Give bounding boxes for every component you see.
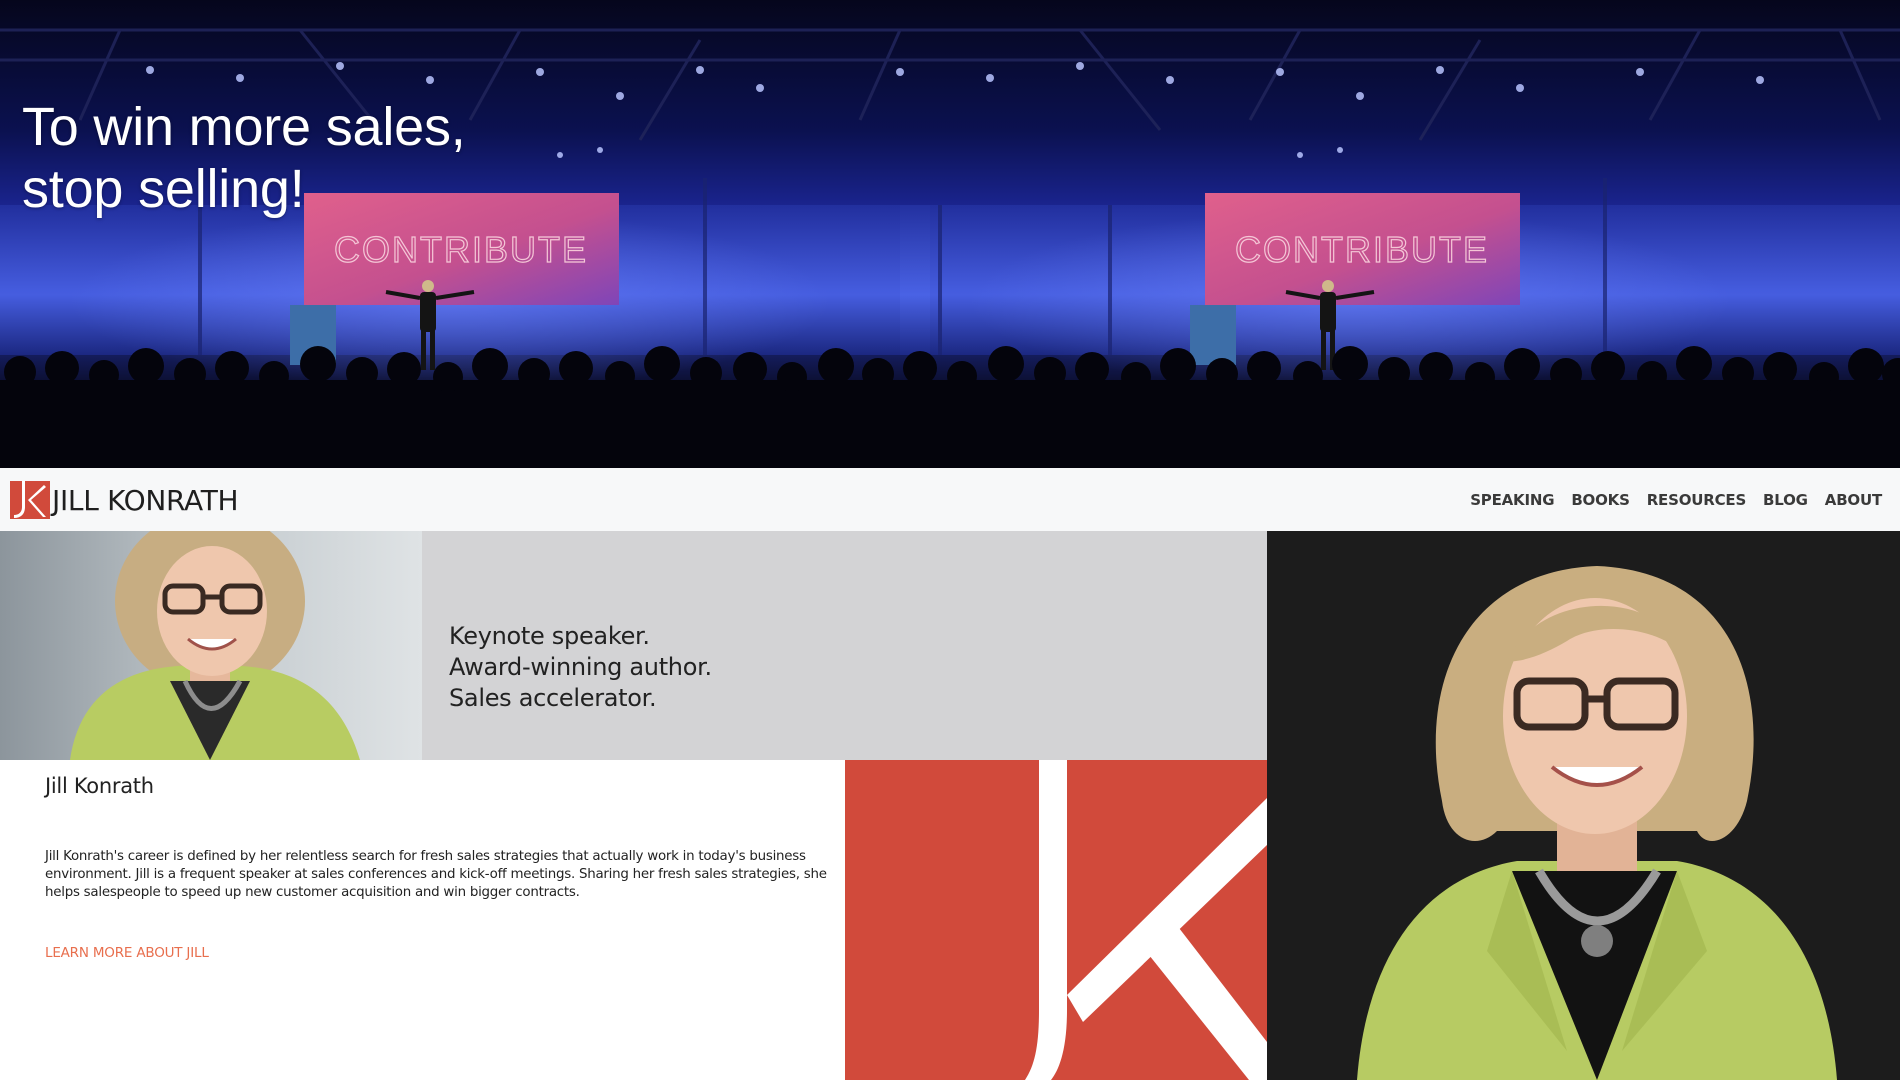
nav-link-books[interactable]: BOOKS (1571, 491, 1630, 509)
portrait-photo-large (1267, 531, 1900, 1080)
portrait-photo-small (0, 531, 422, 760)
tagline: Keynote speaker. Award-winning author. S… (449, 621, 712, 714)
hero-headline: To win more sales, stop selling! (22, 96, 466, 220)
nav-link-resources[interactable]: RESOURCES (1647, 491, 1747, 509)
hero-banner: CONTRIBUTE CONTRIBUTE To win more sales,… (0, 0, 1900, 468)
portrait-small-illustration (0, 531, 422, 760)
hero-stage-photo: CONTRIBUTE CONTRIBUTE (0, 0, 1900, 468)
nav-links: SPEAKING BOOKS RESOURCES BLOG ABOUT (1470, 468, 1882, 531)
page: CONTRIBUTE CONTRIBUTE To win more sales,… (0, 0, 1900, 1080)
hero-screen-text-left: CONTRIBUTE (334, 229, 588, 270)
tagline-line3: Sales accelerator. (449, 684, 657, 712)
brand-name: JILL KONRATH (52, 483, 239, 517)
bio-name: Jill Konrath (45, 774, 154, 798)
k-brand-graphic (845, 760, 1267, 1080)
bio-text: Jill Konrath's career is defined by her … (45, 849, 827, 900)
nav-link-about[interactable]: ABOUT (1825, 491, 1882, 509)
hero-headline-line1: To win more sales, (22, 97, 466, 157)
hero-headline-line2: stop selling! (22, 159, 305, 219)
tagline-line1: Keynote speaker. (449, 622, 650, 650)
learn-more-link[interactable]: LEARN MORE ABOUT JILL (45, 945, 209, 961)
hero-screen-text-right: CONTRIBUTE (1235, 229, 1489, 270)
portrait-large-illustration (1267, 531, 1900, 1080)
nav-link-blog[interactable]: BLOG (1763, 491, 1808, 509)
jk-logo-icon (10, 481, 50, 519)
bio-section: Jill Konrath Jill Konrath's career is de… (0, 760, 845, 1080)
k-letter-icon (845, 760, 1267, 1080)
brand-home-link[interactable]: JILL KONRATH (10, 481, 239, 519)
nav-link-speaking[interactable]: SPEAKING (1470, 491, 1554, 509)
tagline-line2: Award-winning author. (449, 653, 712, 681)
navbar: JILL KONRATH SPEAKING BOOKS RESOURCES BL… (0, 468, 1900, 531)
tagline-panel: Keynote speaker. Award-winning author. S… (422, 531, 1267, 760)
